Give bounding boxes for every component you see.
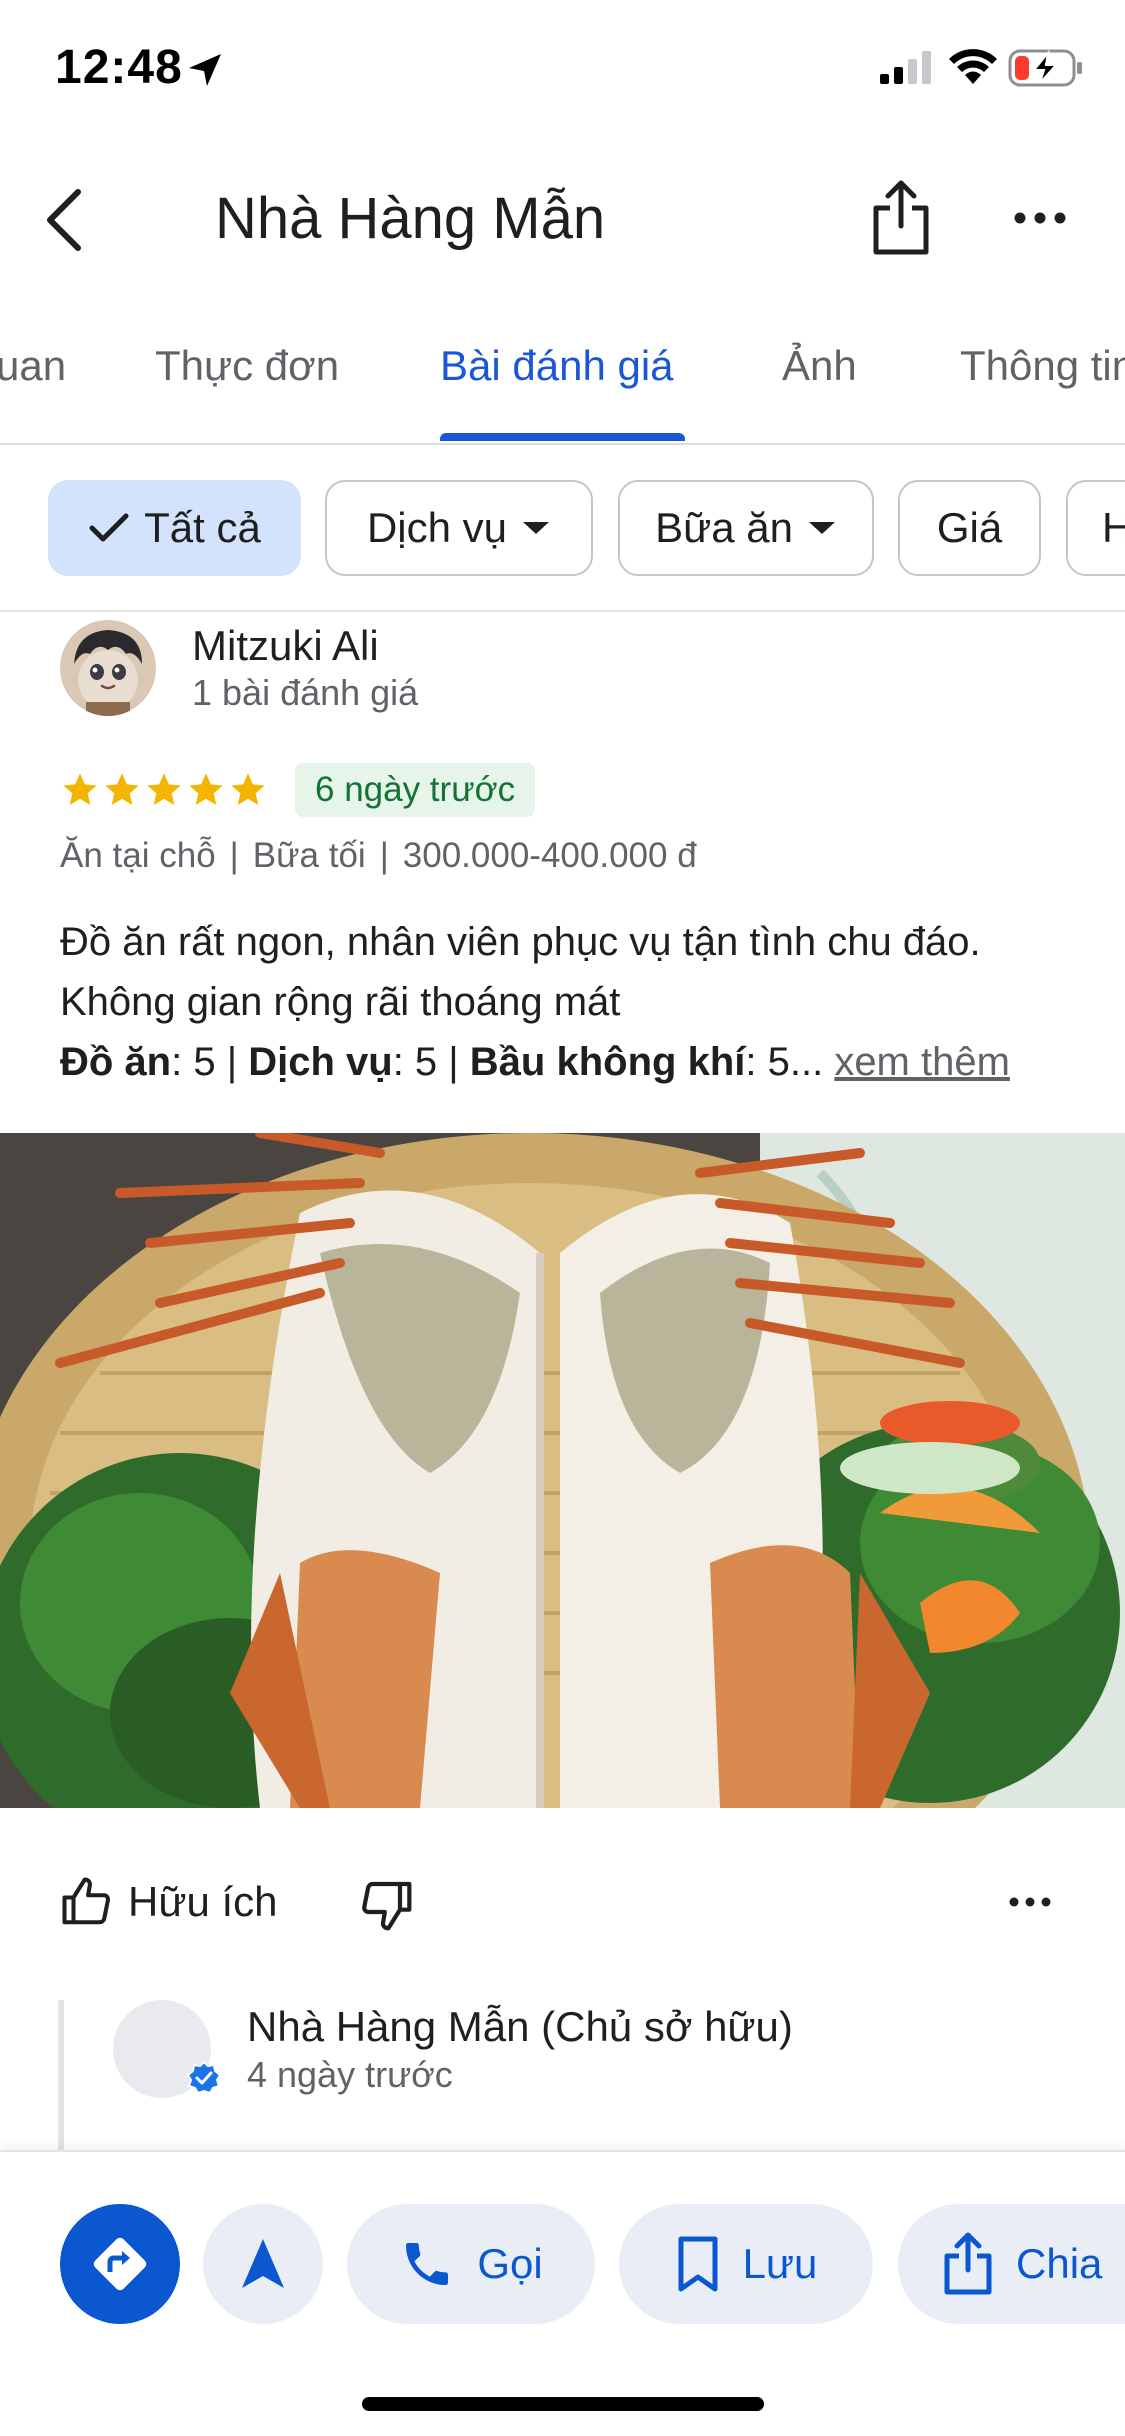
atmosphere-score-label: Bầu không khí — [469, 1040, 746, 1084]
dropdown-arrow-icon — [808, 522, 835, 534]
tab-photos[interactable]: Ảnh — [782, 342, 857, 390]
tab-bar: uan Thực đơn Bài đánh giá Ảnh Thông tin — [0, 330, 1125, 445]
page-title: Nhà Hàng Mẫn — [215, 186, 606, 251]
filter-chip-meal[interactable]: Bữa ăn — [618, 480, 874, 576]
price-range: 300.000-400.000 đ — [402, 836, 697, 875]
reply-indent-bar — [58, 2000, 64, 2160]
call-label: Gọi — [477, 2240, 543, 2287]
visit-type: Ăn tại chỗ — [60, 836, 216, 875]
navigation-arrow-icon — [242, 2239, 284, 2288]
home-indicator[interactable] — [362, 2397, 764, 2411]
review-filter-chips: Tất cả Dịch vụ Bữa ăn Giá H — [0, 478, 1125, 578]
cellular-signal-icon — [880, 51, 931, 84]
filter-chip-label: H — [1102, 504, 1125, 551]
food-score-value: : 5 | — [171, 1040, 249, 1084]
phone-icon — [406, 2243, 449, 2285]
filter-chip-all[interactable]: Tất cả — [48, 480, 301, 576]
bottom-action-bar: Gọi Lưu Chia — [0, 2150, 1125, 2436]
review-date-badge: 6 ngày trước — [295, 763, 536, 817]
reviewer-name[interactable]: Mitzuki Ali — [192, 622, 379, 670]
review-body: Đồ ăn rất ngon, nhân viên phục vụ tận tì… — [60, 920, 981, 1024]
see-more-link[interactable]: xem thêm — [834, 1040, 1010, 1084]
active-tab-indicator — [440, 433, 685, 441]
location-arrow-icon — [189, 54, 221, 86]
review-more-options-icon[interactable] — [1008, 1892, 1052, 1912]
service-score-value: : 5 | — [392, 1040, 470, 1084]
tab-menu[interactable]: Thực đơn — [155, 342, 339, 390]
reviewer-review-count: 1 bài đánh giá — [192, 672, 419, 713]
star-icon — [147, 773, 181, 805]
status-time: 12:48 — [55, 41, 183, 94]
wifi-icon — [949, 49, 997, 84]
filter-chip-label: Giá — [936, 504, 1003, 551]
helpful-label: Hữu ích — [128, 1878, 278, 1925]
star-rating — [60, 770, 268, 810]
thumbs-down-icon[interactable] — [358, 1877, 414, 1933]
divider — [0, 610, 1125, 612]
start-navigation-button[interactable] — [203, 2204, 323, 2324]
star-icon — [189, 773, 223, 805]
directions-button[interactable] — [60, 2204, 180, 2324]
top-app-bar: Nhà Hàng Mẫn — [0, 150, 1125, 290]
back-arrow-icon[interactable] — [40, 180, 90, 260]
bookmark-icon — [678, 2236, 718, 2292]
share-button[interactable]: Chia — [898, 2204, 1125, 2324]
save-label: Lưu — [742, 2240, 818, 2287]
filter-chip-price[interactable]: Giá — [898, 480, 1041, 576]
meta-separator: | — [379, 836, 389, 875]
helpful-button[interactable]: Hữu ích — [60, 1872, 278, 1932]
filter-chip-label: Bữa ăn — [655, 504, 793, 551]
share-icon[interactable] — [868, 178, 934, 258]
filter-chip-service[interactable]: Dịch vụ — [325, 480, 593, 576]
tab-overview[interactable]: uan — [0, 342, 66, 390]
verified-badge-icon — [186, 2060, 222, 2095]
dropdown-arrow-icon — [523, 522, 550, 534]
call-button[interactable]: Gọi — [347, 2204, 595, 2324]
star-icon — [231, 773, 265, 805]
directions-icon — [93, 2237, 147, 2291]
status-bar: 12:48 — [0, 0, 1125, 140]
review-photo[interactable] — [0, 1133, 1125, 1808]
filter-chip-label: Tất cả — [144, 504, 261, 551]
share-icon — [944, 2232, 992, 2295]
filter-chip-more[interactable]: H — [1066, 480, 1125, 576]
star-icon — [105, 773, 139, 805]
tab-about[interactable]: Thông tin — [960, 342, 1125, 390]
reviewer-avatar[interactable] — [60, 620, 156, 716]
thumbs-up-icon — [62, 1877, 111, 1925]
save-button[interactable]: Lưu — [619, 2204, 873, 2324]
service-score-label: Dịch vụ — [248, 1040, 393, 1084]
meta-separator: | — [229, 836, 239, 875]
review-scores: Đồ ăn: 5 | Dịch vụ: 5 | Bầu không khí: 5… — [60, 1032, 1010, 1092]
more-options-icon[interactable] — [1010, 198, 1070, 238]
battery-charging-icon — [1008, 49, 1082, 87]
share-label: Chia — [1016, 2240, 1103, 2287]
tab-reviews[interactable]: Bài đánh giá — [440, 342, 674, 390]
filter-chip-label: Dịch vụ — [366, 504, 508, 551]
atmosphere-score-value: : 5... — [745, 1040, 824, 1084]
review-visit-meta: Ăn tại chỗ | Bữa tối | 300.000-400.000 đ — [60, 836, 697, 876]
checkmark-icon — [89, 513, 129, 542]
owner-reply-date: 4 ngày trước — [247, 2054, 453, 2095]
star-icon — [63, 773, 97, 805]
food-score-label: Đồ ăn — [60, 1040, 172, 1084]
owner-reply-name: Nhà Hàng Mẫn (Chủ sở hữu) — [247, 2003, 793, 2050]
meal-type: Bữa tối — [252, 836, 366, 875]
